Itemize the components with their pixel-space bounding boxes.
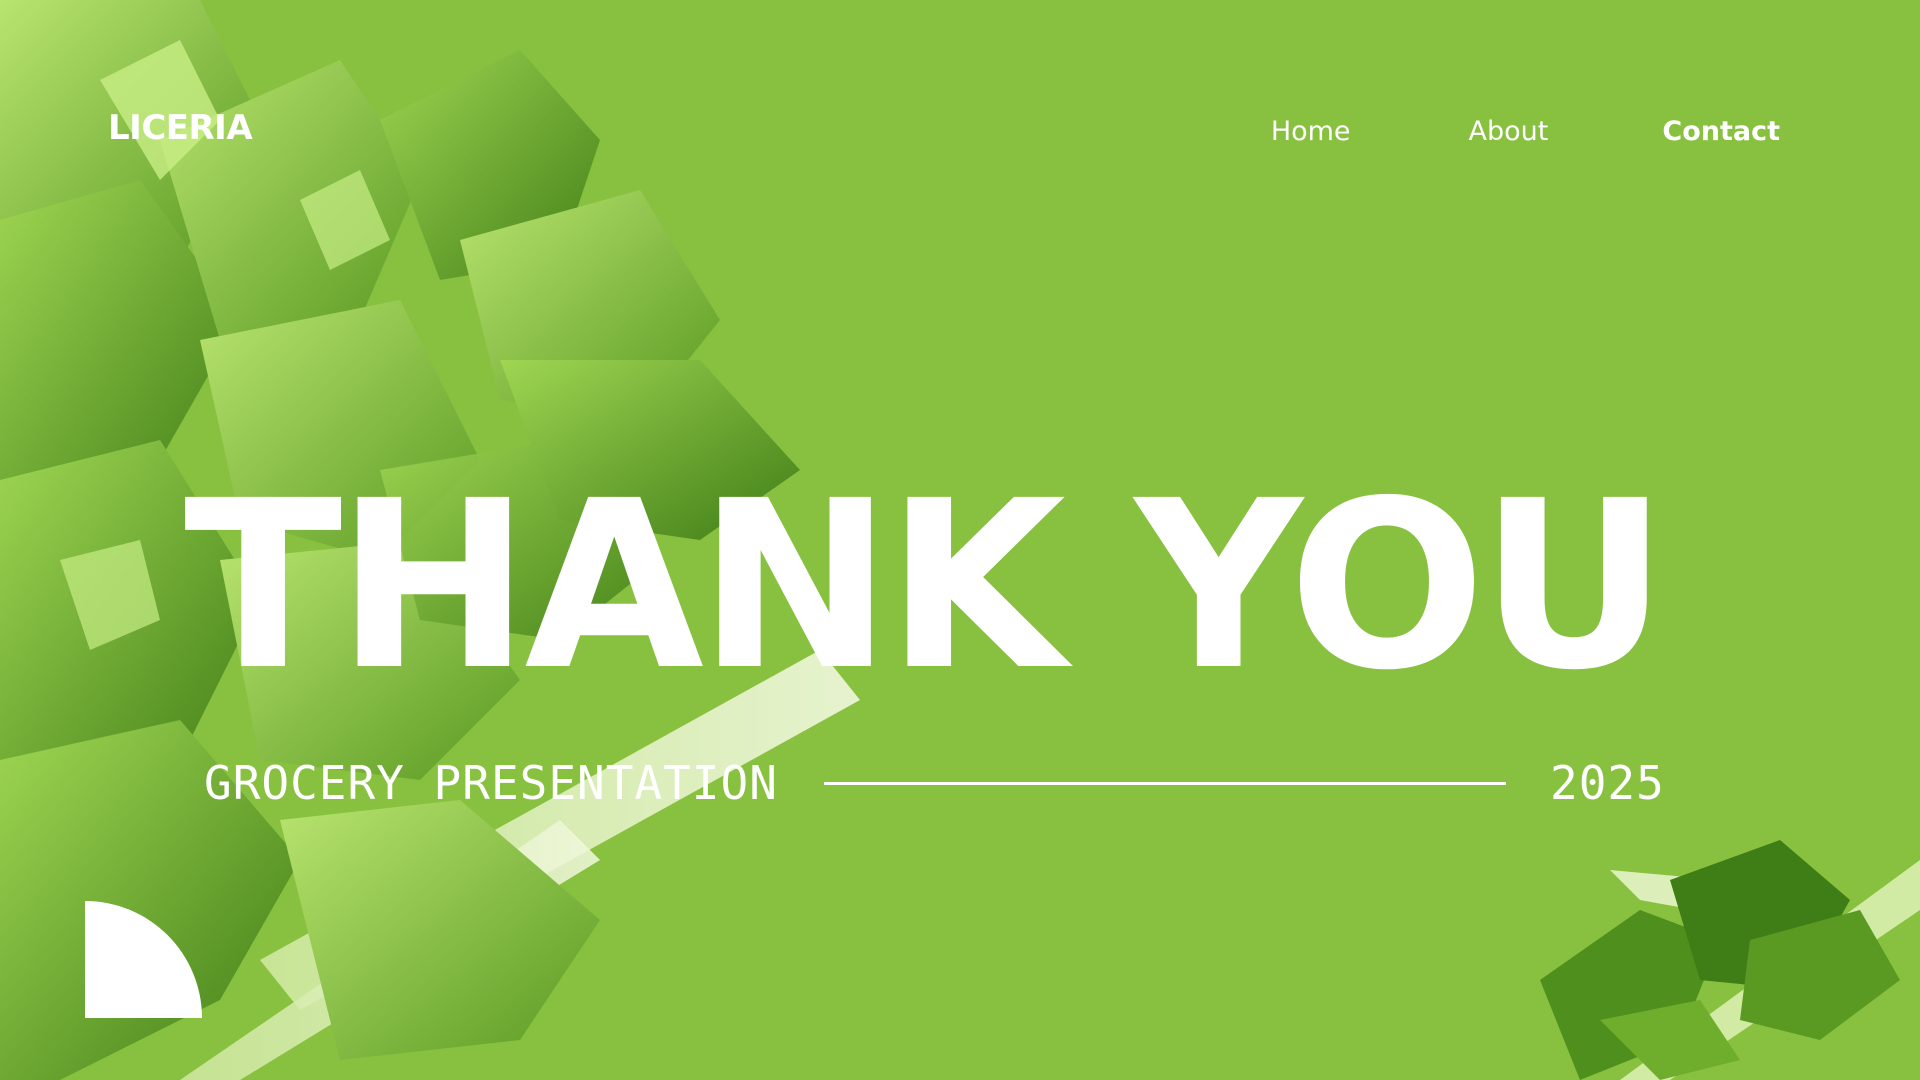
nav-about-link[interactable]: About — [1469, 116, 1549, 147]
divider-line — [824, 782, 1506, 785]
presentation-year: 2025 — [1550, 756, 1665, 810]
presentation-subtitle: GROCERY PRESENTATION — [204, 756, 778, 810]
nav-contact-link[interactable]: Contact — [1662, 116, 1780, 147]
nav-home-link[interactable]: Home — [1271, 116, 1351, 147]
logo[interactable]: LICERIA — [108, 108, 253, 148]
page-title: THANK YOU — [184, 451, 1668, 721]
top-nav: Home About Contact — [1271, 116, 1780, 147]
celery-sprig-image — [1540, 840, 1920, 1080]
